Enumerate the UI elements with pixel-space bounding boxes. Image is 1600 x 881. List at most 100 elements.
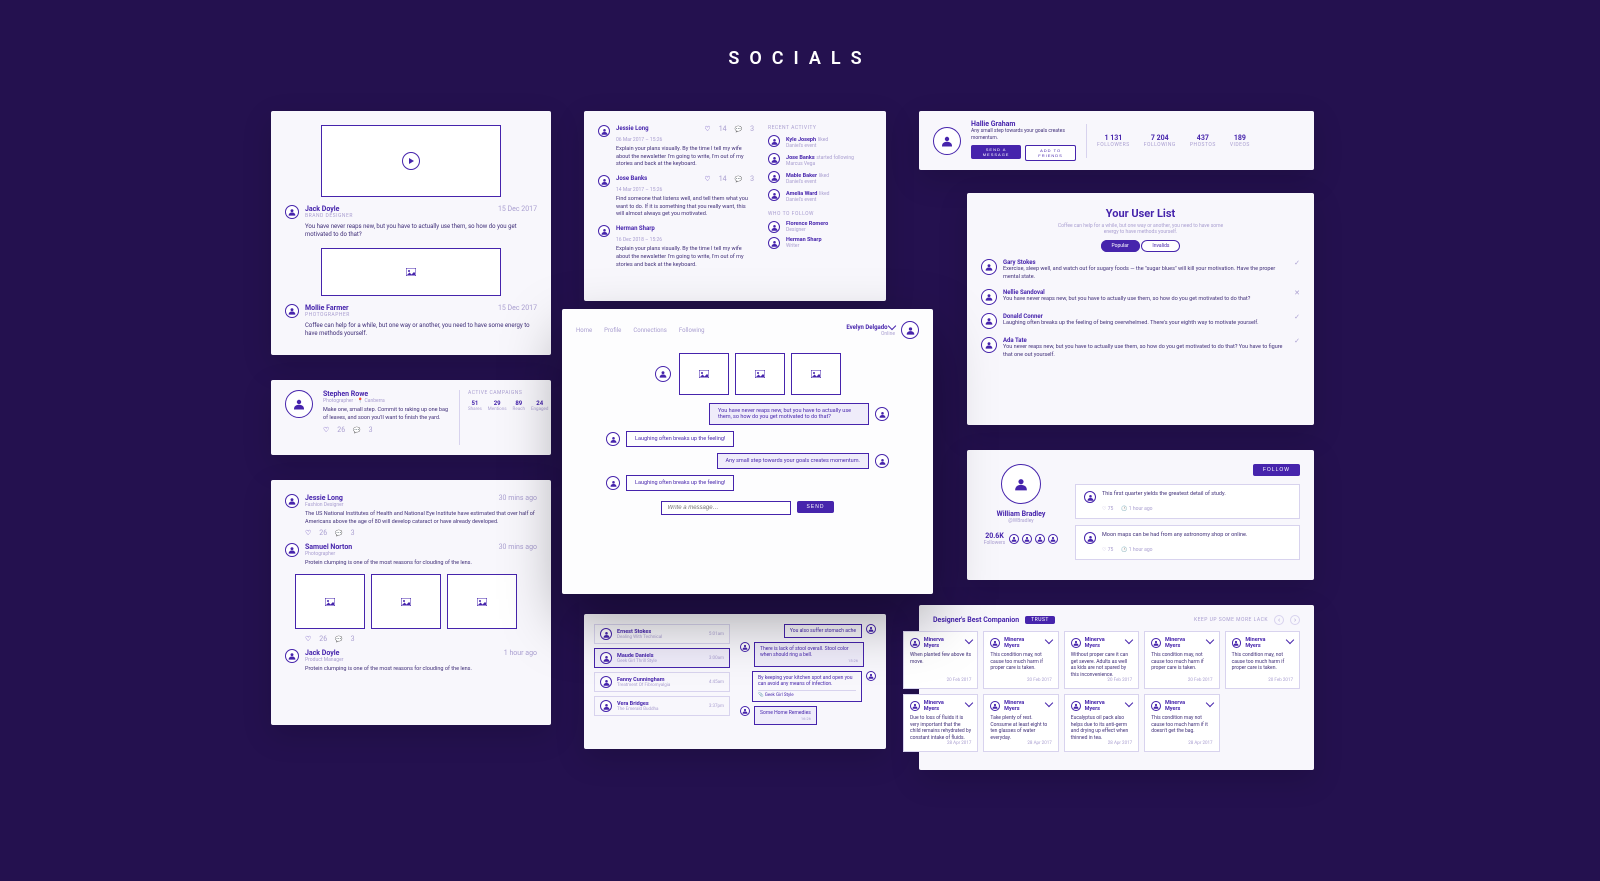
post-author[interactable]: Samuel Norton xyxy=(305,543,352,551)
panel-userlist: Your User List Coffee can help for a whi… xyxy=(967,193,1314,425)
image-icon xyxy=(477,598,487,606)
chevron-down-icon[interactable] xyxy=(1125,699,1133,707)
profile-name[interactable]: Stephen Rowe xyxy=(323,390,368,398)
chevron-down-icon[interactable] xyxy=(1125,636,1133,644)
thread-item[interactable]: Ernest StokesDealing With Technical5:01a… xyxy=(594,624,730,644)
nav-connections[interactable]: Connections xyxy=(633,327,667,334)
userlist-item[interactable]: Gary StokesExercise, sleep well, and wat… xyxy=(981,259,1300,281)
like-button[interactable] xyxy=(305,635,311,643)
card-item[interactable]: Minerva MyersTake plenty of rest. Consum… xyxy=(983,694,1058,752)
userlist-item[interactable]: Ada TateYou never reaps new, but you hav… xyxy=(981,337,1300,359)
play-icon[interactable] xyxy=(402,152,420,170)
like-button[interactable] xyxy=(323,426,329,434)
profile-name[interactable]: William Bradley xyxy=(981,510,1061,518)
convo-bubble: Some Home Remedies16:26 xyxy=(740,706,876,725)
comment-button[interactable] xyxy=(335,530,342,537)
comment-button[interactable] xyxy=(335,636,342,643)
card-item[interactable]: Minerva MyersThis condition may not caus… xyxy=(1144,694,1219,752)
like-button[interactable] xyxy=(704,175,710,183)
comment-button[interactable] xyxy=(735,126,742,133)
page-title: SOCIALS xyxy=(0,48,1600,69)
userlist-item[interactable]: Donald ConnerLaughing often breaks up th… xyxy=(981,313,1300,329)
thread-item[interactable]: Maude DanielsGeek Girl Thrill Style3:00a… xyxy=(594,648,730,668)
close-icon[interactable]: ✕ xyxy=(1294,289,1300,297)
activity-item[interactable]: Mable Baker likedDaniel's event xyxy=(768,171,872,185)
activity-item[interactable]: Jose Banks started followingMarcus Vega xyxy=(768,153,872,167)
activity-item[interactable]: Kyle Joseph likedDaniel's event xyxy=(768,135,872,149)
chevron-down-icon[interactable] xyxy=(964,636,972,644)
check-icon[interactable]: ✓ xyxy=(1294,259,1300,267)
chat-bubble: Laughing often breaks up the feeling! xyxy=(606,475,889,491)
msg-author[interactable]: Jessie Long xyxy=(616,125,649,132)
chevron-down-icon[interactable] xyxy=(1045,699,1053,707)
profile-role: Photographer xyxy=(323,398,353,404)
post-time: 30 mins ago xyxy=(499,494,537,502)
panel-cards: Designer's Best CompanionTRUST KEEP UP S… xyxy=(919,605,1314,770)
post-text: Coffee can help for a while, but one way… xyxy=(305,322,537,339)
post-author[interactable]: Jack Doyle xyxy=(305,649,339,657)
follow-item[interactable]: Herman SharpWriter xyxy=(768,237,872,249)
activity-item[interactable]: Amelia Ward likedDaniel's event xyxy=(768,189,872,203)
chevron-down-icon[interactable] xyxy=(1045,636,1053,644)
nav-profile[interactable]: Profile xyxy=(604,327,621,334)
card-item[interactable]: Minerva MyersWithout proper care it can … xyxy=(1064,631,1139,689)
trust-badge: TRUST xyxy=(1025,616,1055,624)
card-item[interactable]: Minerva MyersWhen planted few above its … xyxy=(903,631,978,689)
like-button[interactable] xyxy=(305,529,311,537)
card-item[interactable]: Minerva MyersEucalyptus oil pack also he… xyxy=(1064,694,1139,752)
card-item[interactable]: Minerva MyersThis condition may, not cau… xyxy=(983,631,1058,689)
userlist-sub: Coffee can help for a while, but one way… xyxy=(1051,223,1231,235)
chevron-down-icon[interactable] xyxy=(1205,636,1213,644)
profile-name[interactable]: Hallie Graham xyxy=(971,120,1076,128)
post-text: Protein clumping is one of the most reas… xyxy=(305,560,537,568)
comment-button[interactable] xyxy=(735,176,742,183)
chat-bubble: You have never reaps new, but you have t… xyxy=(606,403,889,425)
follow-button[interactable]: FOLLOW xyxy=(1253,464,1300,476)
check-icon[interactable]: ✓ xyxy=(1294,313,1300,321)
chevron-down-icon[interactable] xyxy=(1286,636,1294,644)
chat-status: Online xyxy=(881,331,895,337)
profile-handle: @WBradley xyxy=(981,518,1061,524)
post-role: Fashion Designer xyxy=(305,502,537,508)
thread-item[interactable]: Fanny CunninghamTreatment Of Fibromyalgi… xyxy=(594,672,730,692)
user-icon xyxy=(598,125,610,137)
user-icon xyxy=(933,127,961,155)
nav-following[interactable]: Following xyxy=(679,327,705,334)
profile-tagline: Any small step towards your goals create… xyxy=(971,128,1076,142)
thread-item[interactable]: Vera BridgesThe Emerald Buddha3:37pm xyxy=(594,696,730,716)
send-message-button[interactable]: SEND A MESSAGE xyxy=(971,145,1021,159)
post-author[interactable]: Jessie Long xyxy=(305,494,343,502)
chevron-down-icon[interactable] xyxy=(1205,699,1213,707)
msg-time: 16 Dec 2018 – 15:26 xyxy=(616,237,754,243)
user-icon xyxy=(1001,464,1041,504)
tab-popular[interactable]: Popular xyxy=(1101,240,1140,252)
panel-profile-small: Stephen Rowe Photographer · 📍 Canberra M… xyxy=(271,380,551,455)
check-icon[interactable]: ✓ xyxy=(1294,337,1300,345)
next-button[interactable]: › xyxy=(1290,615,1300,625)
msg-author[interactable]: Herman Sharp xyxy=(616,225,655,232)
chevron-down-icon[interactable] xyxy=(888,322,896,330)
user-icon xyxy=(285,205,299,219)
message-input[interactable] xyxy=(661,501,791,515)
add-friend-button[interactable]: ADD TO FRIENDS xyxy=(1025,145,1076,161)
card-item[interactable]: Minerva MyersThis condition may, not cau… xyxy=(1225,631,1300,689)
prev-button[interactable]: ‹ xyxy=(1274,615,1284,625)
like-button[interactable] xyxy=(704,125,710,133)
comment-button[interactable] xyxy=(353,427,360,434)
card-item[interactable]: Minerva MyersDue to loss of fluids it is… xyxy=(903,694,978,752)
chat-username[interactable]: Evelyn Delgado xyxy=(846,323,895,331)
tab-invalids[interactable]: Invalids xyxy=(1141,240,1180,252)
post-author[interactable]: Mollie Farmer xyxy=(305,304,349,312)
msg-author[interactable]: Jose Banks xyxy=(616,175,647,182)
nav-home[interactable]: Home xyxy=(576,327,592,334)
post-time: 1 hour ago xyxy=(504,649,537,657)
userlist-item[interactable]: Nellie SandovalYou have never reaps new,… xyxy=(981,289,1300,305)
card-item[interactable]: Minerva MyersThis condition may, not cau… xyxy=(1144,631,1219,689)
post-author[interactable]: Jack Doyle xyxy=(305,205,339,213)
chevron-down-icon[interactable] xyxy=(964,699,972,707)
image-icon xyxy=(755,370,765,378)
stat-item: 29Mentions xyxy=(488,400,507,412)
msg-time: 06 Mar 2017 – 15:26 xyxy=(616,137,754,143)
follow-item[interactable]: Florence RomeroDesigner xyxy=(768,221,872,233)
send-button[interactable]: SEND xyxy=(797,501,835,513)
